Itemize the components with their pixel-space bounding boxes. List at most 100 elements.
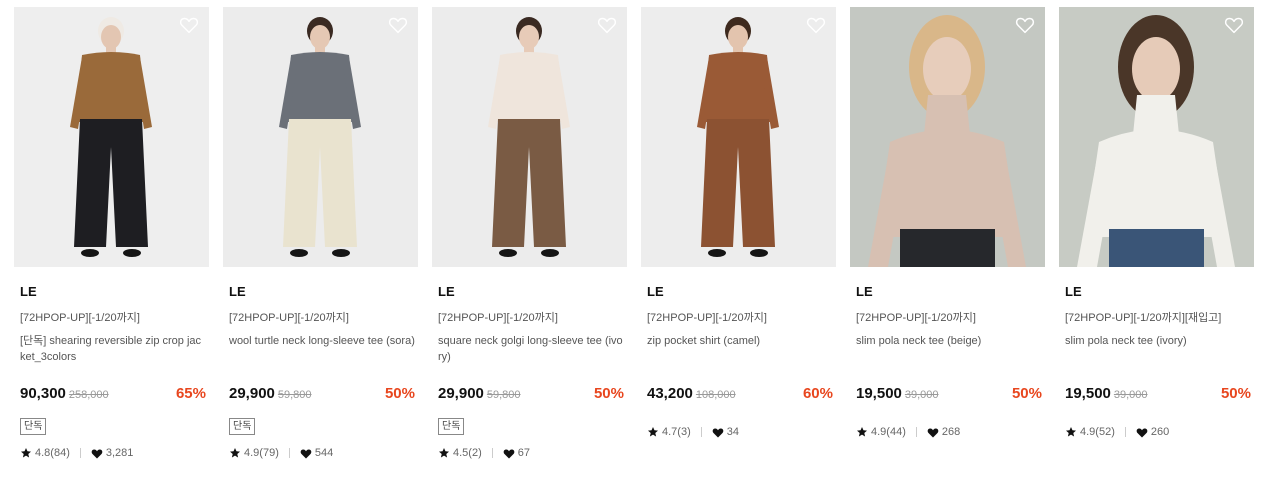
sale-price: 90,300: [20, 385, 66, 402]
like-count: 67: [517, 447, 530, 459]
wishlist-heart-icon[interactable]: [806, 16, 826, 34]
divider: [491, 448, 493, 458]
star-icon: [648, 427, 658, 437]
price-row: 90,300 258,000 65%: [20, 385, 206, 405]
like-count: 544: [314, 447, 334, 459]
discount-rate: 50%: [1011, 385, 1042, 402]
product-name[interactable]: [단독] shearing reversible zip crop jacket…: [20, 333, 206, 365]
wishlist-heart-icon[interactable]: [1015, 16, 1035, 34]
like-heart-icon: [503, 449, 515, 458]
wishlist-heart-icon[interactable]: [1224, 16, 1244, 34]
wishlist-heart-icon[interactable]: [597, 16, 617, 34]
product-name[interactable]: slim pola neck tee (beige): [856, 333, 1042, 349]
product-card[interactable]: LE [72HPOP-UP][-1/20까지] zip pocket shirt (…: [641, 7, 836, 477]
exclusive-badge: 단독: [438, 418, 465, 435]
product-card[interactable]: LE [72HPOP-UP][-1/20까지] [단독] shearing reve…: [14, 7, 209, 477]
price-row: 43,200 108,000 60%: [647, 385, 833, 405]
product-image[interactable]: [14, 7, 209, 267]
model-photo: [432, 7, 627, 267]
star-icon: [1066, 427, 1076, 437]
rating-text: 4.9(44): [871, 426, 906, 438]
product-image[interactable]: [641, 7, 836, 267]
rating-text: 4.9(79): [244, 447, 279, 459]
divider: [700, 427, 702, 437]
star-icon: [439, 448, 449, 458]
brand-name[interactable]: LE: [856, 284, 873, 299]
model-photo: [850, 7, 1045, 267]
product-image[interactable]: [432, 7, 627, 267]
sale-price: 19,500: [856, 385, 902, 402]
rating-text: 4.7(3): [662, 426, 691, 438]
model-photo: [14, 7, 209, 267]
product-card[interactable]: LE [72HPOP-UP][-1/20까지] slim pola neck tee…: [850, 7, 1045, 477]
product-card[interactable]: LE [72HPOP-UP][-1/20까지] square neck golgi …: [432, 7, 627, 477]
price-row: 29,900 59,800 50%: [229, 385, 415, 405]
price-row: 29,900 59,800 50%: [438, 385, 624, 405]
star-icon: [21, 448, 31, 458]
product-image[interactable]: [223, 7, 418, 267]
sale-price: 29,900: [438, 385, 484, 402]
review-meta: 4.9(79) 544: [229, 447, 333, 459]
brand-name[interactable]: LE: [647, 284, 664, 299]
promo-label: [72HPOP-UP][-1/20까지]: [647, 312, 767, 324]
sale-price: 19,500: [1065, 385, 1111, 402]
original-price: 59,800: [277, 389, 312, 401]
like-heart-icon: [300, 449, 312, 458]
promo-label: [72HPOP-UP][-1/20까지]: [438, 312, 558, 324]
rating-text: 4.9(52): [1080, 426, 1115, 438]
like-heart-icon: [91, 449, 103, 458]
price-row: 19,500 39,000 50%: [1065, 385, 1251, 405]
wishlist-heart-icon[interactable]: [388, 16, 408, 34]
discount-rate: 50%: [1220, 385, 1251, 402]
discount-rate: 60%: [802, 385, 833, 402]
divider: [915, 427, 917, 437]
like-heart-icon: [1136, 428, 1148, 437]
product-image[interactable]: [850, 7, 1045, 267]
product-name[interactable]: zip pocket shirt (camel): [647, 333, 833, 349]
model-photo: [1059, 7, 1254, 267]
discount-rate: 50%: [593, 385, 624, 402]
star-icon: [230, 448, 240, 458]
product-name[interactable]: wool turtle neck long-sleeve tee (sora): [229, 333, 415, 349]
review-meta: 4.5(2) 67: [438, 447, 530, 459]
promo-label: [72HPOP-UP][-1/20까지]: [856, 312, 976, 324]
product-image[interactable]: [1059, 7, 1254, 267]
review-meta: 4.9(44) 268: [856, 426, 960, 438]
like-count: 3,281: [105, 447, 134, 459]
brand-name[interactable]: LE: [1065, 284, 1082, 299]
divider: [288, 448, 290, 458]
rating-text: 4.8(84): [35, 447, 70, 459]
original-price: 108,000: [695, 389, 736, 401]
review-meta: 4.7(3) 34: [647, 426, 739, 438]
product-name[interactable]: square neck golgi long-sleeve tee (ivory…: [438, 333, 624, 365]
wishlist-heart-icon[interactable]: [179, 16, 199, 34]
original-price: 39,000: [1113, 389, 1148, 401]
discount-rate: 65%: [175, 385, 206, 402]
exclusive-badge: 단독: [229, 418, 256, 435]
sale-price: 29,900: [229, 385, 275, 402]
brand-name[interactable]: LE: [438, 284, 455, 299]
product-card[interactable]: LE [72HPOP-UP][-1/20까지] wool turtle neck l…: [223, 7, 418, 477]
like-heart-icon: [927, 428, 939, 437]
brand-name[interactable]: LE: [20, 284, 37, 299]
like-count: 260: [1150, 426, 1170, 438]
like-heart-icon: [712, 428, 724, 437]
product-name[interactable]: slim pola neck tee (ivory): [1065, 333, 1251, 349]
divider: [1124, 427, 1126, 437]
original-price: 258,000: [68, 389, 109, 401]
review-meta: 4.8(84) 3,281: [20, 447, 133, 459]
product-card[interactable]: LE [72HPOP-UP][-1/20까지][재입고] slim pola nec…: [1059, 7, 1254, 477]
review-meta: 4.9(52) 260: [1065, 426, 1169, 438]
like-count: 34: [726, 426, 739, 438]
promo-label: [72HPOP-UP][-1/20까지][재입고]: [1065, 312, 1222, 324]
exclusive-badge: 단독: [20, 418, 47, 435]
star-icon: [857, 427, 867, 437]
divider: [79, 448, 81, 458]
promo-label: [72HPOP-UP][-1/20까지]: [20, 312, 140, 324]
brand-name[interactable]: LE: [229, 284, 246, 299]
discount-rate: 50%: [384, 385, 415, 402]
like-count: 268: [941, 426, 961, 438]
promo-label: [72HPOP-UP][-1/20까지]: [229, 312, 349, 324]
original-price: 59,800: [486, 389, 521, 401]
model-photo: [223, 7, 418, 267]
